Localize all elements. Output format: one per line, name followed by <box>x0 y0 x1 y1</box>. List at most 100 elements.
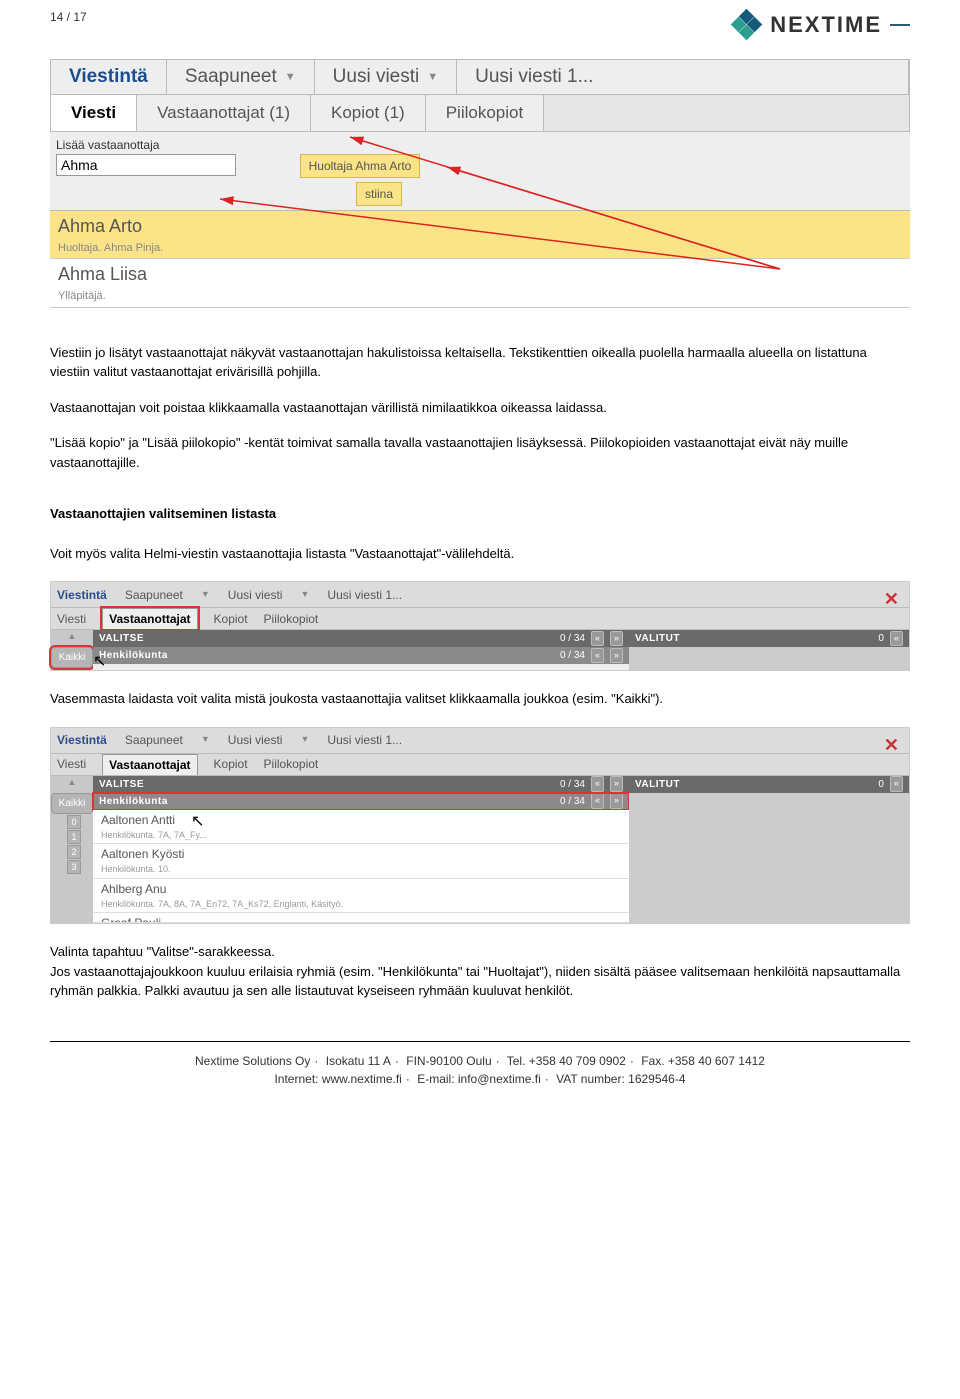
footer-address: Isokatu 11 A <box>326 1054 391 1068</box>
chevron-up-icon: ▲ <box>51 630 93 646</box>
pager-prev[interactable]: « <box>591 793 604 809</box>
page-index[interactable]: 2 <box>67 845 81 859</box>
group-henkilokunta[interactable]: Henkilökunta 0 / 34 « » <box>93 793 629 810</box>
footer-line-2: Internet: www.nextime.fi· E-mail: info@n… <box>50 1070 910 1088</box>
person-name: Ahlberg Anu <box>101 880 621 898</box>
screenshot-1: Viestintä Saapuneet▼ Uusi viesti ▼ Uusi v… <box>50 59 910 308</box>
pager-prev[interactable]: « <box>591 776 604 792</box>
page-index[interactable]: 0 <box>67 815 81 829</box>
dropdown-item[interactable]: Ahma Arto Huoltaja. Ahma Pinja. <box>50 211 910 260</box>
paragraph: Vastaanottajan voit poistaa klikkaamalla… <box>50 398 910 418</box>
footer-web: Internet: www.nextime.fi <box>274 1072 401 1086</box>
subtab-piilokopiot[interactable]: Piilokopiot <box>426 95 545 131</box>
document-body: Viestiin jo lisätyt vastaanottajat näkyv… <box>50 343 910 564</box>
recipient-chip[interactable]: Huoltaja Ahma Arto <box>300 154 421 178</box>
brand-line <box>890 24 910 26</box>
subtab-vastaanottajat[interactable]: Vastaanottajat <box>102 754 197 775</box>
section-heading: Vastaanottajien valitseminen listasta <box>50 504 910 524</box>
list-item[interactable]: Ahlberg AnuHenkilökunta. 7A, 8A, 7A_En72… <box>93 879 629 914</box>
recipient-chip-2[interactable]: stiina <box>356 182 402 206</box>
sub-tabs-row: Viesti Vastaanottajat (1) Kopiot (1) Pii… <box>50 95 910 132</box>
valitut-header: VALITUT 0 « <box>629 776 909 793</box>
subtab-vastaanottajat[interactable]: Vastaanottajat <box>102 608 197 629</box>
tab-uusi-viesti-1[interactable]: Uusi viesti 1... <box>457 60 909 94</box>
subtab-viesti[interactable]: Viesti <box>51 95 137 131</box>
tab-saapuneet[interactable]: Saapuneet <box>125 586 183 604</box>
tab-viestinta[interactable]: Viestintä <box>57 586 107 604</box>
pager-prev[interactable]: « <box>890 776 903 792</box>
group-kaikki[interactable]: Kaikki <box>51 793 93 814</box>
chevron-down-icon: ▼ <box>300 588 309 602</box>
valitut-label: VALITUT <box>635 631 872 646</box>
group-sidebar: ▲ Kaikki <box>51 630 93 670</box>
paragraph: Valinta tapahtuu "Valitse"-sarakkeessa. <box>50 942 910 962</box>
tab-uusi-viesti[interactable]: Uusi viesti <box>228 586 283 604</box>
list-item[interactable]: Graaf Pauli <box>93 913 629 923</box>
brand-logo: NEXTIME <box>732 8 910 41</box>
tab-uusi-viesti[interactable]: Uusi viesti <box>228 731 283 749</box>
pager-next[interactable]: » <box>610 631 623 647</box>
dropdown-item-name: Ahma Arto <box>58 213 902 240</box>
subtab-piilokopiot[interactable]: Piilokopiot <box>264 610 319 628</box>
subtab-kopiot[interactable]: Kopiot <box>214 755 248 773</box>
sub-tabs-row: Viesti Vastaanottajat Kopiot Piilokopiot <box>51 754 909 776</box>
dropdown-item-name: Ahma Liisa <box>58 261 902 288</box>
chevron-down-icon: ▼ <box>300 733 309 747</box>
screenshot-3: ✕ Viestintä Saapuneet▼ Uusi viesti▼ Uusi… <box>50 727 910 925</box>
close-icon[interactable]: ✕ <box>884 732 899 759</box>
subtab-viesti[interactable]: Viesti <box>57 755 86 773</box>
list-item[interactable]: Aaltonen AnttiHenkilökunta. 7A, 7A_Fy... <box>93 810 629 845</box>
valitut-header: VALITUT 0 « <box>629 630 909 647</box>
tab-saapuneet[interactable]: Saapuneet <box>125 731 183 749</box>
valitse-header: VALITSE 0 / 34 « » <box>93 630 629 647</box>
paragraph: "Lisää kopio" ja "Lisää piilokopio" -ken… <box>50 433 910 472</box>
person-meta: Henkilökunta. 7A, 7A_Fy... <box>101 829 621 843</box>
subtab-kopiot[interactable]: Kopiot <box>214 610 248 628</box>
count-label: 0 / 34 <box>560 631 585 646</box>
pager-next[interactable]: » <box>610 776 623 792</box>
pager-next[interactable]: » <box>610 648 623 664</box>
subtab-piilokopiot[interactable]: Piilokopiot <box>264 755 319 773</box>
subtab-viesti[interactable]: Viesti <box>57 610 86 628</box>
subtab-kopiot[interactable]: Kopiot (1) <box>311 95 426 131</box>
page-index[interactable]: 1 <box>67 830 81 844</box>
main-tabs-row: Viestintä Saapuneet▼ Uusi viesti▼ Uusi v… <box>51 728 909 754</box>
recipient-input[interactable] <box>56 154 236 176</box>
tab-saapuneet[interactable]: Saapuneet▼ <box>167 60 315 94</box>
tab-viestinta[interactable]: Viestintä <box>57 731 107 749</box>
page-index[interactable]: 3 <box>67 860 81 874</box>
valitut-label: VALITUT <box>635 777 872 792</box>
close-icon[interactable]: ✕ <box>884 586 899 613</box>
footer-vat: VAT number: 1629546-4 <box>556 1072 685 1086</box>
pager-prev[interactable]: « <box>591 631 604 647</box>
pager-prev[interactable]: « <box>890 631 903 647</box>
group-henkilokunta[interactable]: Henkilökunta 0 / 34 « » <box>93 647 629 664</box>
recipient-input-label: Lisää vastaanottaja <box>56 136 904 154</box>
dropdown-item[interactable]: Ahma Liisa Ylläpitäjä. <box>50 259 910 308</box>
main-tabs-row: Viestintä Saapuneet▼ Uusi viesti▼ Uusi v… <box>51 582 909 608</box>
tab-label: Uusi viesti <box>333 63 420 92</box>
dropdown-item-meta: Ylläpitäjä. <box>58 288 902 305</box>
tab-viestinta[interactable]: Viestintä <box>51 60 167 94</box>
paragraph: Viestiin jo lisätyt vastaanottajat näkyv… <box>50 343 910 382</box>
page-indicator: 14 / 17 <box>50 8 87 26</box>
chevron-down-icon: ▼ <box>427 69 438 86</box>
footer-line-1: Nextime Solutions Oy· Isokatu 11 A· FIN-… <box>50 1052 910 1070</box>
tab-uusi-viesti-1[interactable]: Uusi viesti 1... <box>327 731 402 749</box>
person-name: Graaf Pauli <box>101 914 621 923</box>
footer-city: FIN-90100 Oulu <box>406 1054 491 1068</box>
subtab-vastaanottajat[interactable]: Vastaanottajat (1) <box>137 95 311 131</box>
paragraph: Vasemmasta laidasta voit valita mistä jo… <box>50 689 910 709</box>
pager-prev[interactable]: « <box>591 648 604 664</box>
tab-uusi-viesti[interactable]: Uusi viesti ▼ <box>315 60 457 94</box>
count-label: 0 <box>878 631 884 646</box>
nextime-icon <box>732 10 762 40</box>
person-meta: Henkilökunta. 7A, 8A, 7A_En72, 7A_Ks72, … <box>101 898 621 912</box>
tab-uusi-viesti-1[interactable]: Uusi viesti 1... <box>327 586 402 604</box>
group-kaikki[interactable]: Kaikki <box>51 647 93 668</box>
list-item[interactable]: Aaltonen KyöstiHenkilökunta. 10. <box>93 844 629 879</box>
pager-next[interactable]: » <box>610 793 623 809</box>
footer-company: Nextime Solutions Oy <box>195 1054 310 1068</box>
main-tabs-row: Viestintä Saapuneet▼ Uusi viesti ▼ Uusi v… <box>50 59 910 95</box>
recipient-dropdown: Ahma Arto Huoltaja. Ahma Pinja. Ahma Lii… <box>50 211 910 308</box>
